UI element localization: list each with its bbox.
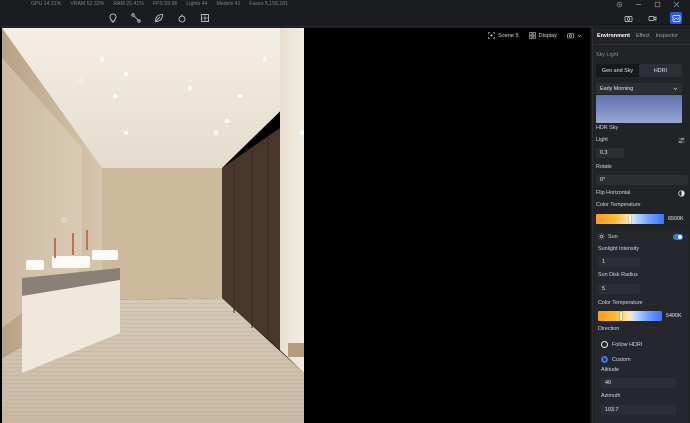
mode-hdri[interactable]: HDRI — [639, 64, 682, 77]
slider-thumb[interactable] — [620, 312, 623, 320]
sliders-icon[interactable] — [678, 137, 685, 144]
custom-radio[interactable] — [601, 356, 608, 363]
minimize-icon[interactable] — [635, 1, 642, 8]
tool-tray — [108, 13, 210, 23]
section-title: Sky Light — [596, 52, 619, 58]
tab-environment[interactable]: Environment — [597, 33, 630, 39]
sky-preview-thumbnail[interactable] — [596, 95, 682, 123]
scene-label: Scene 5 — [498, 32, 519, 39]
contrast-toggle-icon[interactable] — [678, 190, 685, 197]
sun-settings-group: Sun Sunlight Intensity 1 Sun Disk Radius… — [595, 231, 688, 423]
hdr-sky-label: HDR Sky — [596, 125, 619, 131]
tab-inspector[interactable]: Inspector — [656, 33, 678, 39]
vram-stat: VRAM 52.33% — [70, 1, 105, 7]
view-mode-tray — [622, 12, 682, 24]
chevron-down-icon — [577, 34, 582, 37]
sun-label: Sun — [608, 234, 618, 240]
lightbulb-icon[interactable] — [108, 13, 118, 23]
azimuth-input[interactable]: 103.7 — [601, 405, 676, 415]
azimuth-label: Azimuth — [601, 393, 621, 399]
measure-icon[interactable] — [131, 13, 141, 23]
flip-horizontal-label: Flip Horizontal — [596, 190, 631, 196]
color-temperature-label: Color Temperature — [596, 202, 641, 208]
panorama-view-icon[interactable] — [670, 12, 682, 24]
ram-stat: RAM 25.41% — [113, 1, 144, 7]
display-icon — [528, 32, 536, 39]
maximize-icon[interactable] — [654, 1, 661, 8]
performance-stats: GPU 14.31% VRAM 52.33% RAM 25.41% FPS 59… — [31, 1, 288, 7]
chevron-down-icon — [673, 87, 678, 90]
tab-effect[interactable]: Effect — [636, 33, 650, 39]
faces-stat: Faces 5,156,181 — [249, 1, 289, 7]
window-controls — [616, 1, 680, 8]
display-menu[interactable]: Display — [528, 32, 557, 39]
sky-preset-dropdown[interactable]: Early Morning — [596, 83, 682, 94]
video-camera-icon[interactable] — [646, 12, 658, 24]
direction-label: Direction — [598, 326, 620, 332]
viewport-toolbar: Scene 5 Display — [488, 32, 582, 39]
sun-disk-radius-input[interactable]: 5 — [598, 284, 640, 294]
slider-thumb[interactable] — [628, 215, 631, 223]
rotate-input[interactable]: 0° — [596, 175, 688, 185]
sun-icon — [598, 233, 605, 240]
models-stat: Models 41 — [216, 1, 241, 7]
scene-selector[interactable]: Scene 5 — [488, 32, 519, 39]
sun-color-temperature-value: 5400K — [666, 313, 682, 319]
sun-color-temperature-slider[interactable] — [598, 311, 662, 321]
follow-hdri-label: Follow HDRI — [612, 342, 643, 348]
sun-disk-radius-label: Sun Disk Radius — [598, 272, 638, 278]
rotate-label: Rotate — [596, 164, 612, 170]
light-label: Light — [596, 137, 608, 143]
color-temperature-slider[interactable] — [596, 214, 664, 224]
rendered-bathroom-image — [2, 28, 304, 423]
photo-camera-icon[interactable] — [622, 12, 634, 24]
mode-geo-and-sky[interactable]: Geo and Sky — [596, 64, 639, 77]
custom-label: Custom — [612, 357, 631, 363]
altitude-input[interactable]: 40 — [601, 378, 676, 388]
close-icon[interactable] — [673, 1, 680, 8]
grid-icon[interactable] — [200, 13, 210, 23]
sun-color-temperature-label: Color Temperature — [598, 300, 643, 306]
settings-icon[interactable] — [616, 1, 623, 8]
fps-stat: FPS 59.96 — [152, 1, 178, 7]
sky-mode-segmented: Geo and Sky HDRI — [596, 64, 682, 77]
follow-hdri-radio[interactable] — [601, 341, 608, 348]
render-viewport[interactable]: Scene 5 Display — [0, 28, 590, 423]
leaf-icon[interactable] — [154, 13, 164, 23]
sunlight-intensity-label: Sunlight Intensity — [598, 246, 640, 252]
gpu-stat: GPU 14.31% — [31, 1, 62, 7]
color-temperature-value: 6500K — [668, 216, 684, 222]
panel-tabs: Environment Effect Inspector — [593, 28, 690, 45]
top-bar: GPU 14.31% VRAM 52.33% RAM 25.41% FPS 59… — [0, 0, 690, 27]
fruit-icon[interactable] — [177, 13, 187, 23]
sun-toggle[interactable] — [673, 234, 683, 240]
altitude-label: Altitude — [601, 367, 619, 373]
sunlight-intensity-input[interactable]: 1 — [598, 257, 640, 267]
sky-preset-value: Early Morning — [600, 85, 634, 92]
light-input[interactable]: 0.3 — [596, 148, 624, 158]
camera-icon — [567, 33, 574, 39]
lights-stat: Lights 44 — [186, 1, 208, 7]
scene-focus-icon — [488, 32, 495, 39]
display-label: Display — [538, 32, 557, 39]
camera-options-button[interactable] — [567, 32, 582, 39]
